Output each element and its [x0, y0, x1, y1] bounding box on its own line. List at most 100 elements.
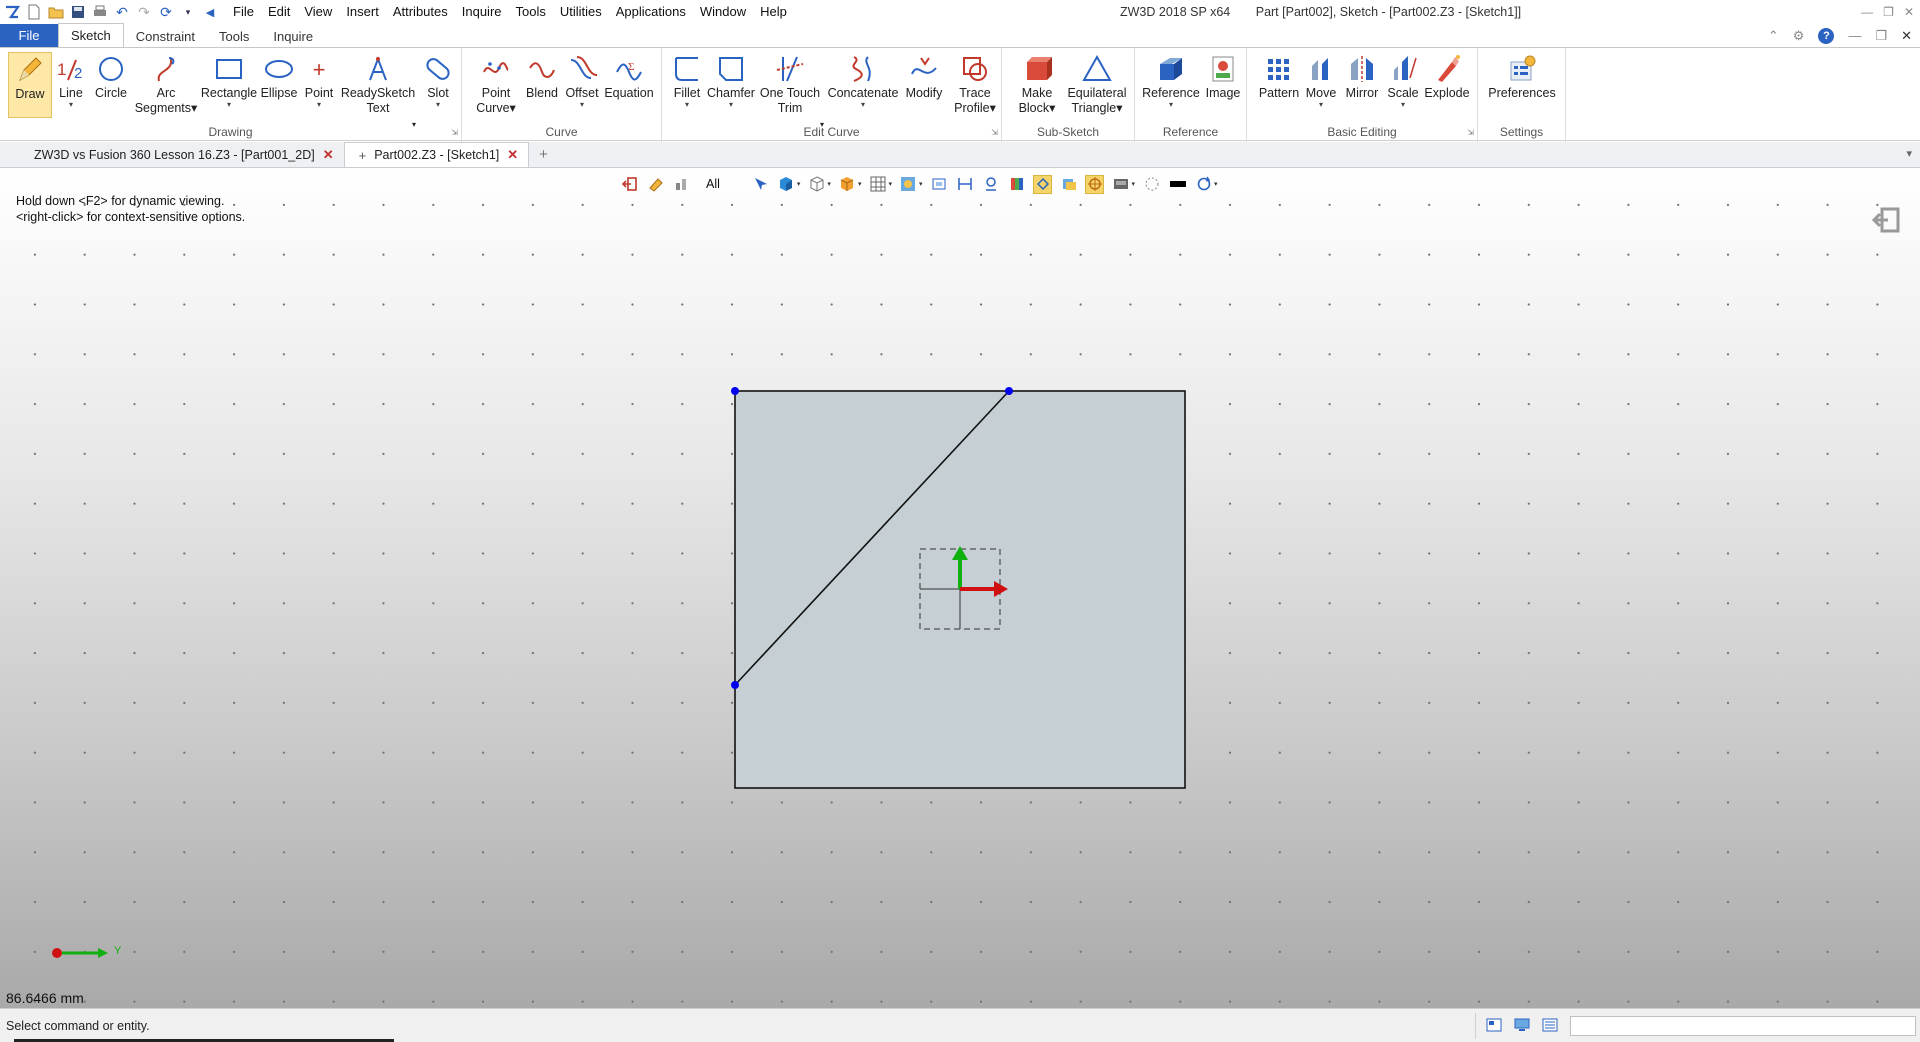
- readysketch-text-button[interactable]: ReadySketch Text: [341, 52, 415, 116]
- doc-tab-label: Part002.Z3 - [Sketch1]: [374, 148, 500, 162]
- draw-button[interactable]: Draw: [8, 52, 52, 118]
- blend-button[interactable]: Blend: [522, 52, 562, 101]
- concatenate-button[interactable]: Concatenate ▾: [828, 52, 898, 109]
- group-settings: Preferences Settings: [1478, 48, 1566, 142]
- file-tab[interactable]: File: [0, 24, 58, 48]
- image-button[interactable]: Image: [1203, 52, 1243, 101]
- menu-help[interactable]: Help: [753, 0, 794, 24]
- scale-button[interactable]: Scale ▾: [1385, 52, 1421, 109]
- print-icon[interactable]: [90, 2, 110, 22]
- menu-tools[interactable]: Tools: [509, 0, 553, 24]
- menu-edit[interactable]: Edit: [261, 0, 297, 24]
- preferences-button[interactable]: Preferences: [1484, 52, 1560, 101]
- menu-bar: File Edit View Insert Attributes Inquire…: [226, 0, 794, 24]
- vertex-point[interactable]: [731, 681, 739, 689]
- tab-list-icon[interactable]: ▾: [1906, 147, 1912, 160]
- group-label-sub-sketch: Sub-Sketch: [1036, 125, 1100, 139]
- minimize-icon[interactable]: —: [1861, 0, 1873, 24]
- group-curve: Point Curve▾ Blend Offset ▾ Σ Equation Cu…: [462, 48, 662, 142]
- group-basic-editing: Pattern Move ▾ Mirror Scale ▾ Explode Ba…: [1247, 48, 1478, 142]
- explode-button[interactable]: Explode: [1423, 52, 1471, 101]
- point-curve-button[interactable]: Point Curve▾: [474, 52, 518, 116]
- move-button[interactable]: Move ▾: [1303, 52, 1339, 109]
- back-arrow-icon[interactable]: ◀: [200, 2, 220, 22]
- command-input-field[interactable]: [1570, 1016, 1916, 1036]
- tab-tools[interactable]: Tools: [207, 25, 261, 48]
- menu-insert[interactable]: Insert: [339, 0, 386, 24]
- menu-view[interactable]: View: [297, 0, 339, 24]
- graphics-viewport[interactable]: All ▾ ▾ ▾ ▾ ▾ ▾ ▾ Hold down <F2> for dyn…: [0, 168, 1920, 1008]
- trim-icon: [775, 52, 805, 86]
- menu-window[interactable]: Window: [693, 0, 753, 24]
- pin-icon[interactable]: +: [359, 148, 367, 163]
- help-area: ⌃ ⚙ ? — ❐ ✕: [1768, 24, 1912, 48]
- basic-editing-launcher-icon[interactable]: ⇲: [1467, 128, 1474, 137]
- save-icon[interactable]: [68, 2, 88, 22]
- new-file-icon[interactable]: [24, 2, 44, 22]
- move-icon: [1306, 52, 1336, 86]
- status-list-icon[interactable]: [1542, 1018, 1558, 1032]
- status-display-icon[interactable]: [1514, 1018, 1530, 1032]
- one-touch-trim-button[interactable]: One Touch Trim: [758, 52, 822, 116]
- close-tab-icon[interactable]: ✕: [323, 147, 334, 163]
- chamfer-button[interactable]: Chamfer ▾: [706, 52, 756, 109]
- rectangle-button[interactable]: Rectangle ▾: [200, 52, 258, 109]
- menu-utilities[interactable]: Utilities: [553, 0, 609, 24]
- slot-button[interactable]: Slot ▾: [420, 52, 456, 109]
- menu-applications[interactable]: Applications: [609, 0, 693, 24]
- close-tab-icon[interactable]: ✕: [507, 147, 518, 163]
- point-button[interactable]: + Point ▾: [302, 52, 336, 109]
- menu-attributes[interactable]: Attributes: [386, 0, 455, 24]
- menu-inquire[interactable]: Inquire: [455, 0, 509, 24]
- line-icon: 12: [56, 52, 86, 86]
- undo-icon[interactable]: ↶: [112, 2, 132, 22]
- equilateral-triangle-button[interactable]: Equilateral Triangle▾: [1066, 52, 1128, 116]
- open-folder-icon[interactable]: [46, 2, 66, 22]
- customize-dropdown-icon[interactable]: ▾: [178, 2, 198, 22]
- mirror-button[interactable]: Mirror: [1341, 52, 1383, 101]
- doc-minimize-icon[interactable]: —: [1848, 24, 1861, 48]
- doc-tab-lesson[interactable]: ZW3D vs Fusion 360 Lesson 16.Z3 - [Part0…: [0, 142, 344, 167]
- window-title: ZW3D 2018 SP x64 Part [Part002], Sketch …: [1120, 0, 1543, 24]
- redo-icon[interactable]: ↷: [134, 2, 154, 22]
- tab-constraint[interactable]: Constraint: [124, 25, 207, 48]
- status-filter-icon[interactable]: [1486, 1018, 1502, 1032]
- app-version: ZW3D 2018 SP x64: [1120, 5, 1231, 19]
- vertex-point[interactable]: [1005, 387, 1013, 395]
- svg-text:Σ: Σ: [628, 61, 634, 73]
- equation-button[interactable]: Σ Equation: [602, 52, 656, 101]
- ellipse-button[interactable]: Ellipse: [260, 52, 298, 101]
- help-icon[interactable]: ?: [1818, 28, 1835, 44]
- group-sub-sketch: Make Block▾ Equilateral Triangle▾ Sub-Sk…: [1002, 48, 1135, 142]
- restore-icon[interactable]: ❐: [1883, 0, 1894, 24]
- arc-segments-button[interactable]: Arc Segments▾: [135, 52, 197, 116]
- sketch-canvas[interactable]: [0, 168, 1920, 1008]
- reference-icon: [1156, 52, 1186, 86]
- pattern-button[interactable]: Pattern: [1257, 52, 1301, 101]
- make-block-button[interactable]: Make Block▾: [1016, 52, 1058, 116]
- offset-button[interactable]: Offset ▾: [562, 52, 602, 109]
- trace-profile-button[interactable]: Trace Profile▾: [952, 52, 998, 116]
- regen-icon[interactable]: ⟳: [156, 2, 176, 22]
- group-label-settings: Settings: [1499, 125, 1544, 139]
- circle-button[interactable]: Circle: [94, 52, 128, 101]
- menu-file[interactable]: File: [226, 0, 261, 24]
- settings-gear-icon[interactable]: ⚙: [1793, 24, 1805, 48]
- new-tab-icon[interactable]: +: [529, 142, 558, 167]
- doc-close-icon[interactable]: ✕: [1901, 24, 1912, 48]
- close-window-icon[interactable]: ✕: [1904, 0, 1914, 24]
- tab-inquire[interactable]: Inquire: [261, 25, 325, 48]
- doc-tab-part002[interactable]: + Part002.Z3 - [Sketch1] ✕: [343, 142, 530, 167]
- reference-button[interactable]: Reference ▾: [1142, 52, 1200, 109]
- app-logo-icon[interactable]: [2, 2, 22, 22]
- vertex-point[interactable]: [731, 387, 739, 395]
- fillet-button[interactable]: Fillet ▾: [670, 52, 704, 109]
- drawing-launcher-icon[interactable]: ⇲: [451, 128, 458, 137]
- line-button[interactable]: 12 Line ▾: [56, 52, 86, 109]
- doc-restore-icon[interactable]: ❐: [1875, 24, 1887, 48]
- collapse-ribbon-icon[interactable]: ⌃: [1768, 24, 1779, 48]
- group-reference: Reference ▾ Image Reference: [1135, 48, 1247, 142]
- edit-curve-launcher-icon[interactable]: ⇲: [991, 128, 998, 137]
- tab-sketch[interactable]: Sketch: [58, 23, 124, 48]
- modify-button[interactable]: Modify: [900, 52, 948, 101]
